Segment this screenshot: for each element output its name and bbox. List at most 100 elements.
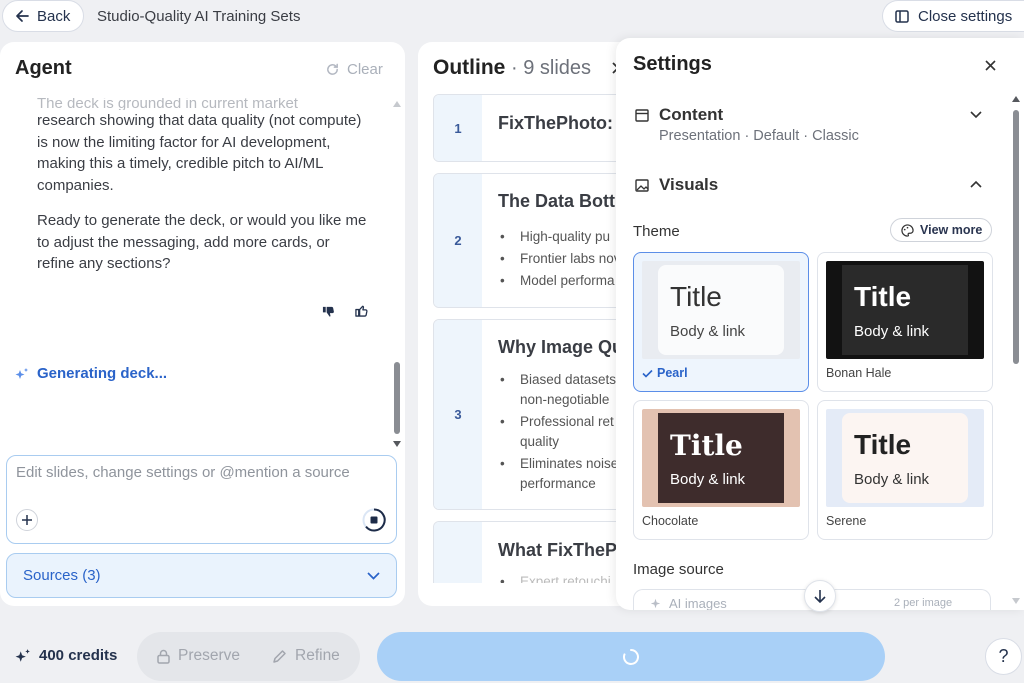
thumbs-up-icon[interactable] (355, 304, 368, 317)
content-summary: Presentation · Default · Classic (659, 128, 859, 144)
sources-label: Sources (3) (23, 567, 101, 584)
sparkle-icon (15, 648, 30, 662)
content-label: Content (659, 105, 724, 124)
slide-title: FixThePhoto: (498, 113, 613, 133)
credits-indicator: 400 credits (15, 647, 117, 664)
arrow-down-icon (814, 590, 826, 603)
agent-message-2: Ready to generate the deck, or would you… (37, 212, 367, 272)
palette-icon (901, 223, 914, 237)
slide-title: What FixTheP (498, 540, 618, 560)
generating-label: Generating deck... (37, 365, 168, 382)
generate-button[interactable] (377, 632, 885, 681)
slide-number: 2 (434, 174, 482, 307)
theme-card-serene[interactable]: Title Body & link Serene (817, 400, 993, 540)
content-section-header[interactable]: Content (635, 105, 723, 125)
plus-icon (22, 515, 32, 525)
scroll-down-button[interactable] (804, 580, 836, 612)
slide-title: The Data Bott (498, 191, 615, 211)
agent-panel: Agent Clear The deck is grounded in curr… (0, 42, 405, 606)
theme-body: Body & link (854, 323, 930, 340)
loading-spinner-icon (623, 648, 639, 665)
sources-dropdown[interactable]: Sources (3) (6, 553, 397, 598)
visuals-section-header[interactable]: Visuals (635, 175, 718, 195)
outline-slide-3[interactable]: 3 Why Image Qu Biased datasets non-negot… (433, 319, 633, 510)
stop-button[interactable] (361, 507, 387, 533)
agent-scrollbar[interactable] (392, 98, 402, 450)
image-source-label: Image source (633, 561, 724, 578)
footer-actions-group: Preserve Refine (137, 632, 360, 681)
slide-number: 1 (434, 95, 482, 161)
layout-icon (635, 108, 649, 122)
slide-bullet: Biased datasets non-negotiable (500, 370, 632, 410)
help-label: ? (998, 646, 1009, 666)
theme-name: Serene (826, 514, 867, 528)
image-source-value: AI images (669, 596, 727, 610)
agent-message-faded: The deck is grounded in current market (37, 98, 298, 110)
page-title: Studio-Quality AI Training Sets (97, 8, 301, 25)
settings-scrollbar[interactable] (1011, 94, 1021, 608)
close-settings-label: Close settings (918, 7, 1013, 25)
theme-title: Title (670, 281, 722, 312)
sparkle-icon (15, 367, 28, 379)
outline-slide-1[interactable]: 1 FixThePhoto: (433, 94, 633, 162)
settings-panel: Settings Content Presentation · Default … (616, 38, 1024, 612)
slide-number (434, 522, 482, 583)
agent-input[interactable]: Edit slides, change settings or @mention… (6, 455, 397, 544)
content-chevron-icon[interactable] (970, 111, 982, 119)
refine-button[interactable]: Refine (272, 647, 340, 665)
image-icon (635, 178, 649, 192)
theme-card-bonan-hale[interactable]: Title Body & link Bonan Hale (817, 252, 993, 392)
refresh-icon (327, 63, 338, 75)
view-more-label: View more (920, 223, 983, 237)
credits-label: 400 credits (39, 647, 118, 664)
lock-icon (157, 649, 170, 664)
theme-name: Chocolate (642, 514, 699, 528)
help-button[interactable]: ? (985, 638, 1022, 675)
agent-title: Agent (15, 57, 72, 79)
theme-card-pearl[interactable]: Title Body & link Pearl (633, 252, 809, 392)
clear-button[interactable]: Clear (325, 61, 383, 78)
agent-input-placeholder: Edit slides, change settings or @mention… (16, 464, 350, 481)
view-more-button[interactable]: View more (890, 218, 992, 242)
slide-bullet: Expert retouchi (500, 572, 632, 583)
visuals-label: Visuals (659, 175, 719, 194)
theme-body: Body & link (854, 471, 930, 488)
clear-label: Clear (347, 61, 383, 78)
slide-bullet: Eliminates noise performance (500, 454, 632, 494)
slide-bullet: High-quality pu (500, 227, 632, 249)
refine-label: Refine (295, 647, 340, 664)
chevron-down-icon (367, 571, 380, 580)
per-image-label: 2 per image (894, 597, 953, 609)
close-icon[interactable] (985, 60, 996, 71)
theme-title: Title (670, 429, 743, 462)
close-settings-button[interactable]: Close settings (882, 0, 1024, 32)
theme-card-chocolate[interactable]: Title Body & link Chocolate (633, 400, 809, 540)
theme-name: Bonan Hale (826, 366, 892, 380)
sparkle-icon (650, 598, 661, 609)
visuals-chevron-up-icon[interactable] (970, 180, 982, 188)
arrow-left-icon (16, 10, 29, 22)
theme-body: Body & link (670, 323, 746, 340)
back-label: Back (37, 7, 71, 25)
slide-bullet: Model performa (500, 271, 632, 293)
slide-number: 3 (434, 320, 482, 509)
add-source-button[interactable] (16, 509, 38, 531)
preserve-label: Preserve (178, 647, 241, 664)
preserve-button[interactable]: Preserve (157, 647, 240, 665)
theme-label: Theme (633, 223, 680, 240)
thumbs-down-icon[interactable] (322, 305, 335, 318)
slide-title: Why Image Qu (498, 337, 624, 357)
outline-slide-4[interactable]: What FixTheP Expert retouchi (433, 521, 633, 583)
slide-bullet: Frontier labs nov (500, 249, 632, 271)
generating-status: Generating deck... (15, 365, 167, 382)
theme-title: Title (854, 281, 912, 312)
pencil-icon (273, 649, 286, 663)
settings-title: Settings (633, 53, 712, 75)
outline-slide-2[interactable]: 2 The Data Bott High-quality pu Frontier… (433, 173, 633, 308)
theme-body: Body & link (670, 471, 746, 488)
agent-message-1: research showing that data quality (not … (37, 112, 362, 194)
back-button[interactable]: Back (2, 0, 84, 32)
stop-icon (362, 508, 386, 532)
outline-title: Outline (433, 56, 506, 79)
sidebar-panel-icon (895, 9, 909, 23)
